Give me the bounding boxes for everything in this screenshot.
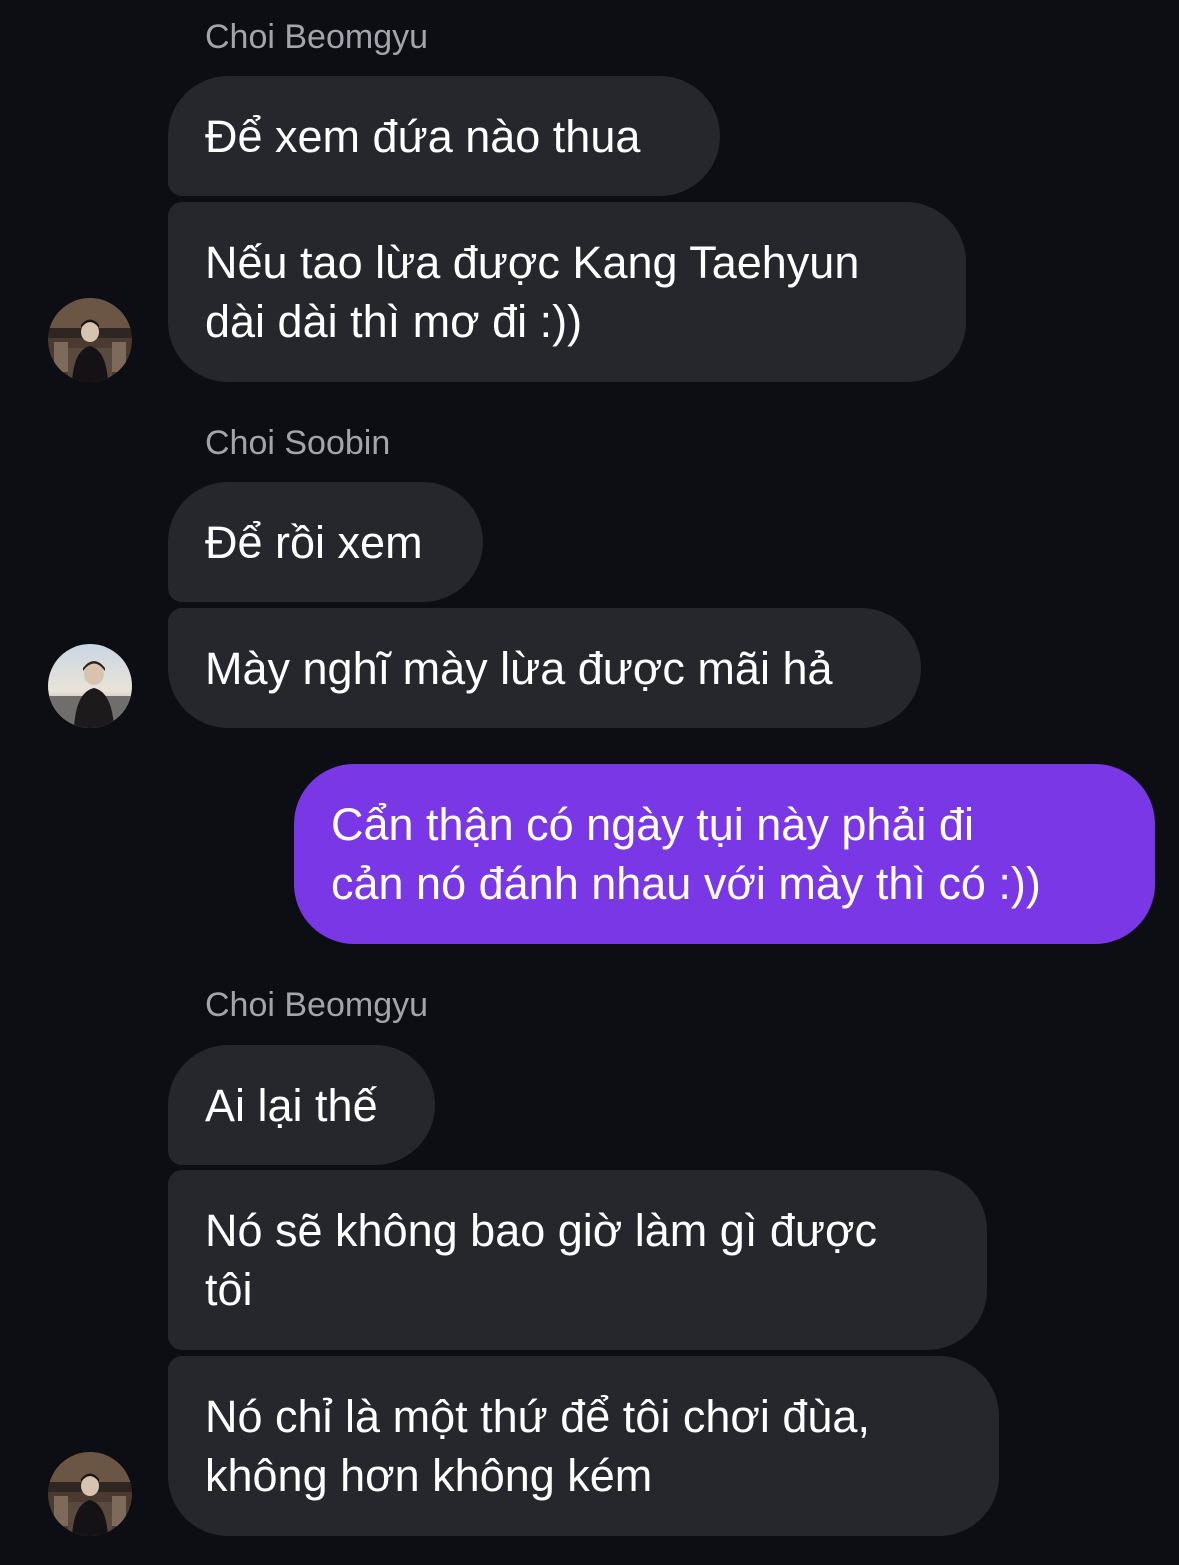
chat-screen: { "conversation": { "groups": [ { "sende… bbox=[0, 0, 1179, 1565]
person-photo-avatar-icon bbox=[48, 644, 132, 728]
avatar[interactable] bbox=[48, 1452, 132, 1536]
message-bubble[interactable]: Để rồi xem bbox=[168, 482, 483, 602]
message-text: Cẩn thận có ngày tụi này phải đi cản nó … bbox=[331, 799, 1041, 909]
message-bubble[interactable]: Nó sẽ không bao giờ làm gì được tôi bbox=[168, 1170, 987, 1350]
message-bubble[interactable]: Ai lại thế bbox=[168, 1045, 435, 1165]
message-text: Ai lại thế bbox=[205, 1079, 378, 1131]
avatar[interactable] bbox=[48, 298, 132, 382]
message-text: Nó chỉ là một thứ để tôi chơi đùa, không… bbox=[205, 1391, 870, 1501]
person-photo-avatar-icon bbox=[48, 1452, 132, 1536]
message-bubble[interactable]: Nếu tao lừa được Kang Taehyun dài dài th… bbox=[168, 202, 966, 382]
outgoing-message-bubble[interactable]: Cẩn thận có ngày tụi này phải đi cản nó … bbox=[294, 764, 1155, 944]
message-bubble[interactable]: Để xem đứa nào thua bbox=[168, 76, 720, 196]
sender-name: Choi Soobin bbox=[205, 424, 391, 462]
message-text: Để rồi xem bbox=[205, 516, 423, 568]
sender-name: Choi Beomgyu bbox=[205, 18, 429, 56]
message-text: Mày nghĩ mày lừa được mãi hả bbox=[205, 642, 833, 694]
message-text: Nếu tao lừa được Kang Taehyun dài dài th… bbox=[205, 237, 860, 347]
message-text: Để xem đứa nào thua bbox=[205, 110, 641, 162]
message-bubble[interactable]: Nó chỉ là một thứ để tôi chơi đùa, không… bbox=[168, 1356, 999, 1536]
person-photo-avatar-icon bbox=[48, 298, 132, 382]
message-text: Nó sẽ không bao giờ làm gì được tôi bbox=[205, 1205, 877, 1315]
message-bubble[interactable]: Mày nghĩ mày lừa được mãi hả bbox=[168, 608, 921, 728]
sender-name: Choi Beomgyu bbox=[205, 986, 429, 1024]
avatar[interactable] bbox=[48, 644, 132, 728]
